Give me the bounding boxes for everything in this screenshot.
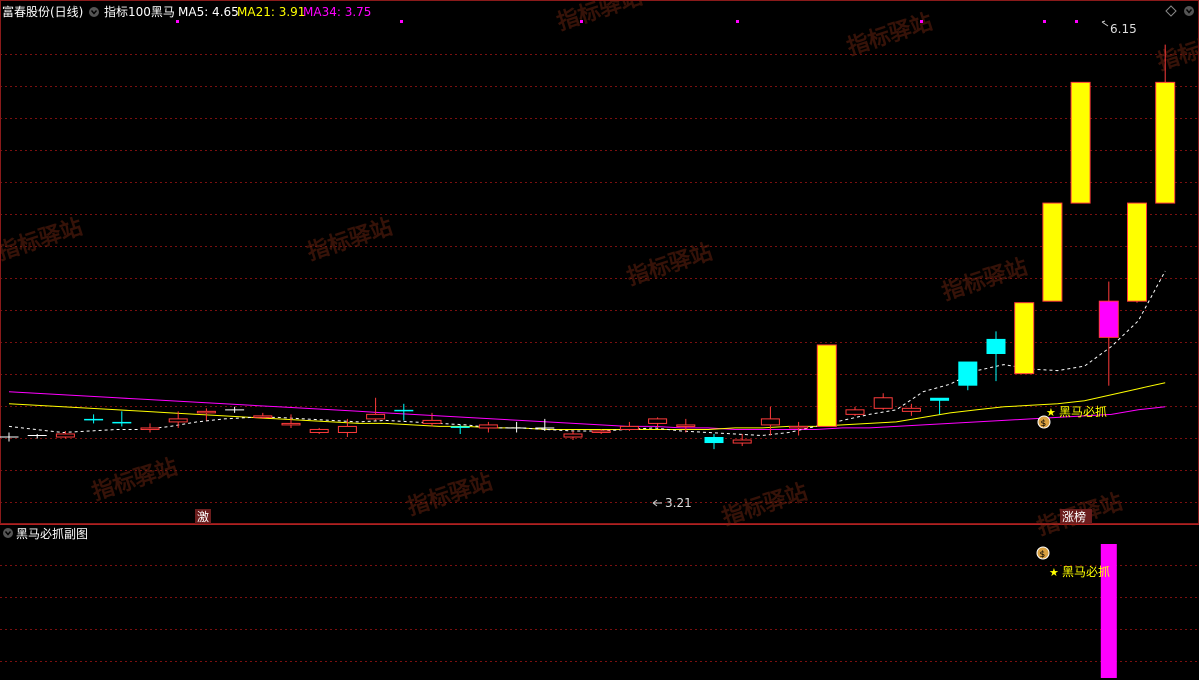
breakout-bar (1098, 300, 1119, 338)
candle-down (394, 409, 414, 412)
signal-bar (1042, 202, 1063, 302)
dropdown-circle-icon[interactable] (89, 7, 99, 17)
candle-down (704, 437, 724, 444)
panel-menu-icon[interactable] (1184, 6, 1194, 16)
low-price-label: 3.21 (665, 496, 692, 510)
top-dot (920, 20, 923, 23)
header: 富春股份(日线) 指标100黑马 MA5: 4.65 MA21: 3.91 MA… (2, 4, 371, 19)
sub-panel-title[interactable]: 黑马必抓副图 (16, 527, 88, 541)
signal-bar (816, 344, 837, 427)
tag-right-text: 涨榜 (1062, 509, 1086, 524)
signal-bar (1127, 202, 1147, 302)
top-dot (736, 20, 739, 23)
candle-up (845, 409, 865, 415)
star-icon: ★ (1049, 566, 1059, 579)
candle-up (648, 418, 668, 424)
candle-up (309, 428, 329, 433)
candle-up (253, 415, 273, 418)
main-signal-label: 黑马必抓 (1059, 405, 1107, 419)
ma5-label: MA5: 4.65 (178, 5, 239, 19)
indicator-name[interactable]: 指标100黑马 (104, 4, 175, 19)
top-dot (400, 20, 403, 23)
signal-bar (1155, 81, 1176, 204)
candle-up (168, 418, 188, 423)
star-icon: ★ (1046, 406, 1056, 419)
kline-chart: 指标驿站 指标驿站 指标驿站指标驿站 指标驿站 指标驿站 指标驿站指标驿站 指标驿站 指标驿站… (0, 0, 1199, 680)
candle-down (450, 426, 470, 428)
candle-up (337, 425, 357, 433)
candle-down (958, 361, 978, 386)
candle-up (732, 439, 752, 444)
money-bag-glyph: $ (1040, 550, 1046, 560)
candle-up (901, 407, 921, 412)
ma21-label: MA21: 3.91 (237, 5, 305, 19)
signal-bar (1014, 302, 1035, 375)
candle-down (84, 418, 104, 421)
sub-signal-label: 黑马必抓 (1062, 565, 1110, 579)
candle-up (140, 427, 160, 430)
candle-up (55, 433, 75, 438)
sub-panel-header: 黑马必抓副图 (3, 527, 88, 541)
tag-left-text: 激 (197, 510, 209, 524)
top-dot (580, 20, 583, 23)
candle-up (478, 424, 498, 429)
stock-title[interactable]: 富春股份(日线) (2, 4, 83, 19)
candle-up (789, 425, 809, 429)
indicator-dropdown[interactable] (89, 7, 99, 17)
candle-up (760, 418, 780, 426)
sub-dropdown-icon[interactable] (3, 528, 13, 538)
candle-up (619, 425, 639, 430)
candle-down (986, 338, 1006, 354)
candle-up (366, 413, 386, 420)
top-dot (1075, 20, 1078, 23)
tag-left: 激 (195, 509, 211, 524)
candle-up (591, 430, 611, 433)
high-price-label: 6.15 (1110, 22, 1137, 36)
signal-bar (1070, 81, 1091, 204)
ma34-label: MA34: 3.75 (303, 5, 371, 19)
top-dot (176, 20, 179, 23)
tag-right: 涨榜 (1060, 509, 1092, 524)
money-bag-glyph: $ (1041, 419, 1047, 429)
candle-up (281, 422, 301, 426)
candle-down (112, 421, 132, 424)
candle-down (930, 397, 950, 401)
candle-up (196, 410, 216, 414)
candle-up (676, 424, 696, 427)
candle-up (563, 433, 583, 438)
top-dot (1043, 20, 1046, 23)
candle-up (873, 397, 893, 409)
candle-up (422, 419, 442, 424)
